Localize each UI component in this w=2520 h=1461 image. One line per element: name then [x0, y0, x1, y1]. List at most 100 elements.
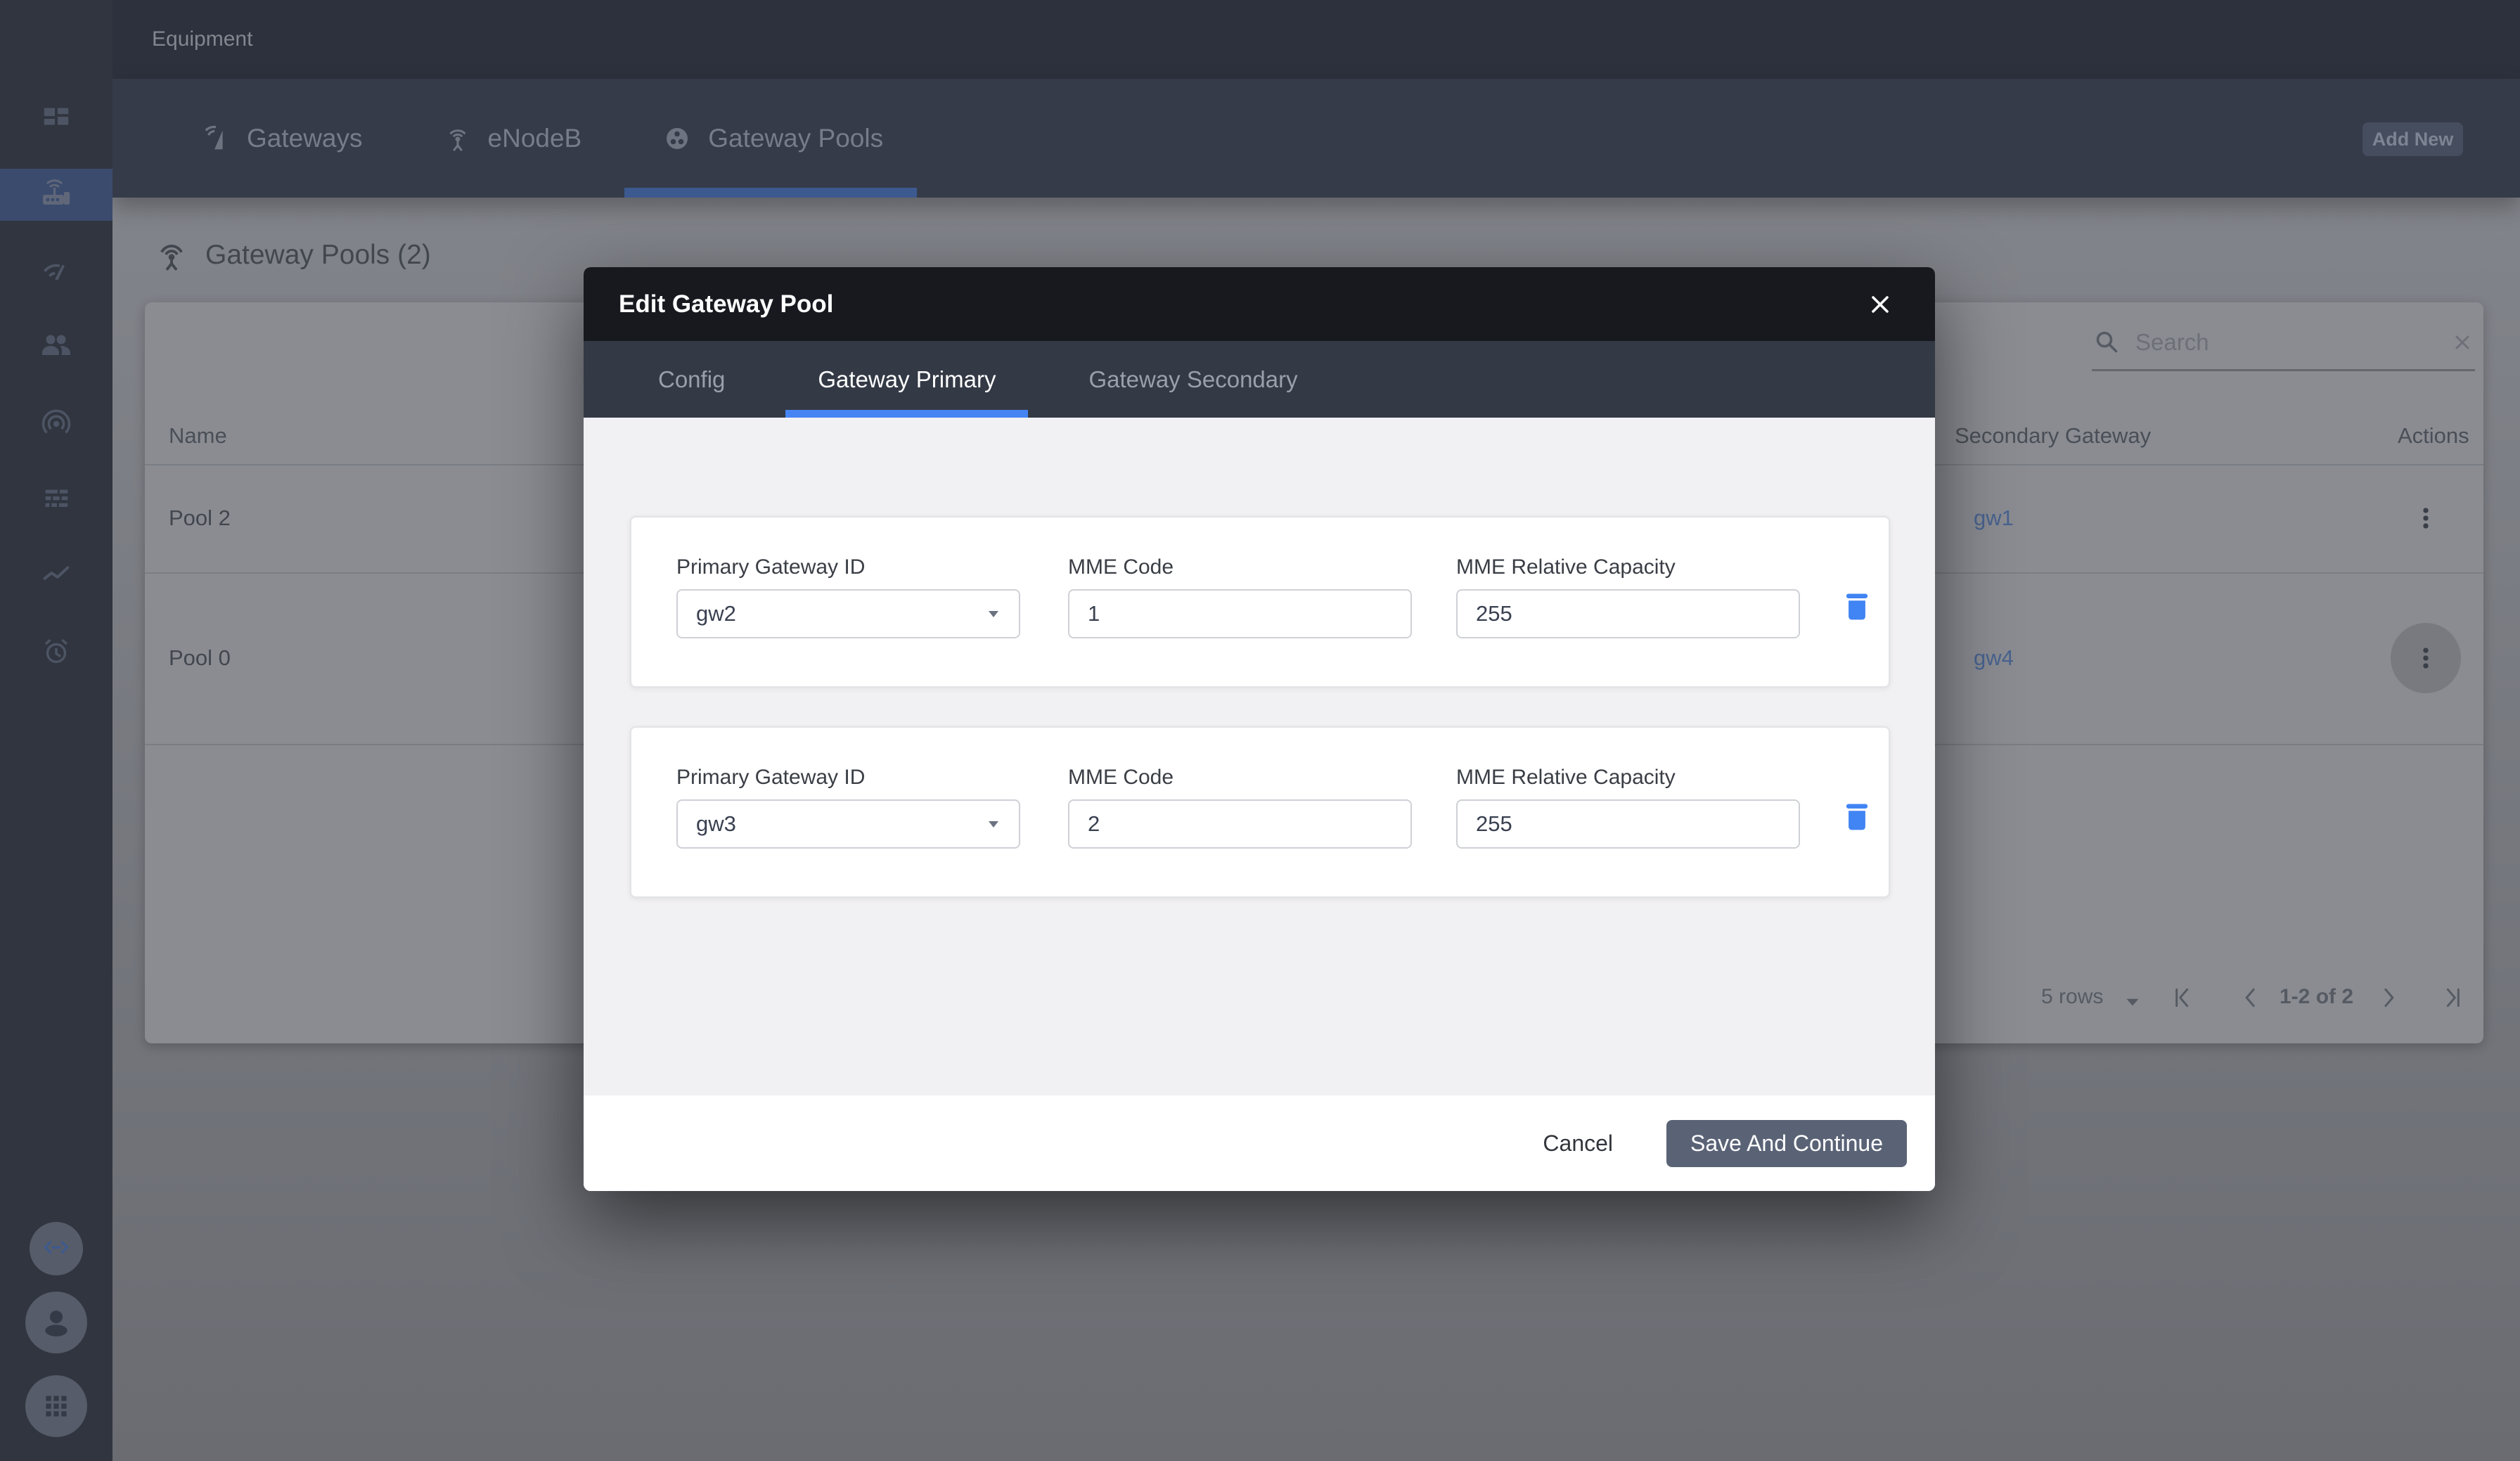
next-page-icon[interactable] — [2374, 984, 2403, 1012]
primary-gateway-id-label: Primary Gateway ID — [676, 555, 865, 579]
dialog-title: Edit Gateway Pool — [619, 290, 833, 318]
tab-gateways[interactable]: Gateways — [200, 122, 363, 155]
save-and-continue-button[interactable]: Save And Continue — [1666, 1120, 1907, 1167]
search-icon — [2092, 327, 2123, 358]
gateway-entry-card: Primary Gateway ID gw3 MME Code MME Rela… — [630, 726, 1890, 898]
primary-gateway-id-value: gw3 — [696, 811, 736, 837]
primary-gateway-id-value: gw2 — [696, 601, 736, 626]
page-title: Gateway Pools (2) — [205, 240, 431, 271]
mme-code-label: MME Code — [1068, 766, 1174, 790]
tab-gateway-pools[interactable]: Gateway Pools — [660, 122, 883, 155]
clear-search-icon[interactable] — [2450, 330, 2475, 355]
edit-gateway-pool-dialog: Edit Gateway Pool Config Gateway Primary… — [584, 267, 1935, 1191]
column-header-name: Name — [169, 423, 227, 449]
secondary-gateway-link[interactable]: gw4 — [1974, 645, 2014, 671]
antenna-icon — [200, 122, 233, 155]
column-header-actions: Actions — [2398, 423, 2469, 449]
delete-gateway-button[interactable] — [1834, 795, 1879, 840]
sidebar-item-subscribers[interactable] — [0, 311, 112, 379]
mme-code-field[interactable] — [1068, 799, 1412, 849]
delete-gateway-button[interactable] — [1834, 585, 1879, 630]
sidebar-item-dashboard[interactable] — [0, 85, 112, 153]
sidebar-item-equipment[interactable] — [0, 169, 112, 221]
sidebar-item-logs[interactable] — [0, 465, 112, 532]
rows-per-page-caret-icon[interactable] — [2122, 991, 2143, 1012]
pools-icon — [660, 122, 694, 155]
previous-page-icon[interactable] — [2237, 984, 2265, 1012]
trash-icon — [1839, 589, 1875, 626]
tab-config[interactable]: Config — [626, 341, 757, 418]
alarm-icon — [40, 635, 72, 667]
tab-gateway-pools-label: Gateway Pools — [708, 124, 883, 153]
api-button[interactable] — [30, 1222, 83, 1275]
sidebar-item-metrics[interactable] — [0, 540, 112, 607]
add-new-button[interactable]: Add New — [2362, 122, 2463, 156]
primary-gateway-id-select[interactable]: gw2 — [676, 589, 1020, 638]
sidebar-item-tethering[interactable] — [0, 389, 112, 456]
subscribers-icon — [39, 328, 73, 362]
search-input[interactable]: Search — [2135, 329, 2437, 356]
broadcast-icon — [153, 237, 190, 273]
dashboard-icon — [40, 103, 72, 135]
column-header-secondary-gateway: Secondary Gateway — [1955, 423, 2151, 449]
tab-gateways-label: Gateways — [247, 124, 363, 153]
mme-relative-capacity-input[interactable] — [1458, 591, 1799, 637]
sidebar-item-signal[interactable] — [0, 236, 112, 304]
sidebar-item-alarms[interactable] — [0, 617, 112, 685]
metrics-chart-icon — [40, 558, 72, 590]
signal-gauge-icon — [40, 254, 72, 286]
gateway-entry-card: Primary Gateway ID gw2 MME Code MME Rela… — [630, 516, 1890, 688]
cancel-button[interactable]: Cancel — [1529, 1121, 1627, 1166]
mme-code-field[interactable] — [1068, 589, 1412, 638]
section-tabs-bar: Gateways eNodeB Gateway Pools Add New — [112, 79, 2520, 198]
page-heading: Gateway Pools (2) — [153, 237, 431, 273]
mme-relative-capacity-input[interactable] — [1458, 801, 1799, 847]
chevron-down-icon — [984, 814, 1003, 834]
api-code-icon — [41, 1233, 72, 1264]
apps-button[interactable] — [25, 1375, 87, 1437]
chevron-down-icon — [984, 604, 1003, 624]
apps-grid-icon — [39, 1389, 74, 1424]
primary-gateway-id-label: Primary Gateway ID — [676, 766, 865, 790]
close-dialog-button[interactable] — [1860, 285, 1900, 324]
tab-enodeb-label: eNodeB — [488, 124, 582, 153]
pool-name-cell: Pool 2 — [169, 506, 231, 531]
kebab-icon — [2410, 643, 2441, 674]
active-tab-underline — [624, 188, 917, 198]
row-actions-menu-button[interactable] — [2391, 623, 2461, 693]
tab-gateway-primary[interactable]: Gateway Primary — [785, 341, 1028, 418]
tab-gateway-secondary[interactable]: Gateway Secondary — [1056, 341, 1330, 418]
table-search[interactable]: Search — [2092, 315, 2475, 371]
mme-code-label: MME Code — [1068, 555, 1174, 579]
log-rows-icon — [40, 482, 72, 515]
mme-code-input[interactable] — [1069, 591, 1410, 637]
tower-icon — [442, 122, 474, 155]
dialog-body: Primary Gateway ID gw2 MME Code MME Rela… — [584, 418, 1935, 1095]
mme-relative-capacity-field[interactable] — [1456, 589, 1800, 638]
last-page-icon[interactable] — [2438, 984, 2467, 1012]
dialog-header: Edit Gateway Pool — [584, 267, 1935, 341]
mme-relative-capacity-field[interactable] — [1456, 799, 1800, 849]
trash-icon — [1839, 799, 1875, 836]
row-actions-menu-button[interactable] — [2405, 497, 2447, 539]
dialog-footer: Cancel Save And Continue — [584, 1095, 1935, 1191]
app-window: Equipment Gateways eNodeB Gateway Pools — [0, 0, 2520, 1461]
mme-code-input[interactable] — [1069, 801, 1410, 847]
wifi-tethering-icon — [39, 406, 73, 439]
account-button[interactable] — [25, 1292, 87, 1353]
page-range-label: 1-2 of 2 — [2280, 985, 2353, 1009]
secondary-gateway-link[interactable]: gw1 — [1974, 506, 2014, 531]
rows-per-page-value[interactable]: 5 rows — [2041, 985, 2103, 1009]
pool-name-cell: Pool 0 — [169, 645, 231, 671]
account-icon — [36, 1302, 77, 1343]
mme-relative-capacity-label: MME Relative Capacity — [1456, 555, 1676, 579]
close-icon — [1866, 290, 1894, 318]
first-page-icon[interactable] — [2168, 984, 2197, 1012]
app-title: Equipment — [152, 27, 252, 51]
kebab-icon — [2410, 503, 2441, 534]
top-app-bar: Equipment — [112, 0, 2520, 79]
primary-gateway-id-select[interactable]: gw3 — [676, 799, 1020, 849]
section-tabs: Gateways eNodeB Gateway Pools — [200, 79, 883, 198]
tab-enodeb[interactable]: eNodeB — [442, 122, 582, 155]
router-icon — [39, 178, 73, 212]
